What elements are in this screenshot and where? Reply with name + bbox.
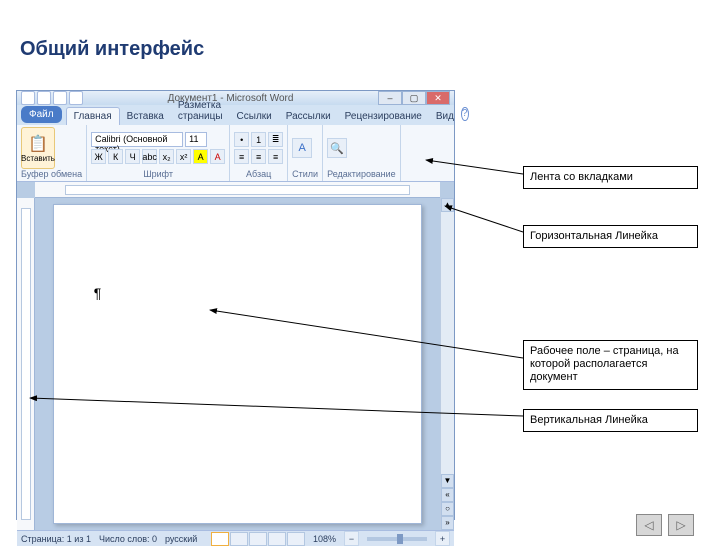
window-buttons: – ▢ ✕: [378, 91, 450, 105]
font-size-combo[interactable]: 11: [185, 132, 207, 147]
fullscreen-reading-view-button[interactable]: [230, 532, 248, 546]
group-paragraph-label: Абзац: [234, 169, 283, 179]
document-page[interactable]: ¶: [53, 204, 422, 524]
align-left-button[interactable]: ≡: [234, 149, 249, 164]
view-buttons: [211, 532, 305, 546]
undo-icon[interactable]: [53, 91, 67, 105]
redo-icon[interactable]: [69, 91, 83, 105]
clipboard-icon: 📋: [28, 134, 48, 154]
tab-home[interactable]: Главная: [66, 107, 120, 125]
next-slide-button[interactable]: ▷: [668, 514, 694, 536]
prev-slide-button[interactable]: ◁: [636, 514, 662, 536]
group-styles-label: Стили: [292, 169, 318, 179]
status-lang[interactable]: русский: [165, 534, 197, 544]
document-area: ¶ ▲ ▼ « ○ »: [17, 182, 454, 530]
group-clipboard: 📋 Вставить Буфер обмена: [17, 125, 87, 181]
vertical-ruler[interactable]: [17, 198, 35, 530]
scroll-track[interactable]: [441, 212, 454, 474]
font-name-combo[interactable]: Calibri (Основной текст): [91, 132, 183, 147]
app-icon: [21, 91, 35, 105]
next-page-icon[interactable]: »: [441, 516, 454, 530]
prev-page-icon[interactable]: «: [441, 488, 454, 502]
web-layout-view-button[interactable]: [249, 532, 267, 546]
align-center-button[interactable]: ≡: [251, 149, 266, 164]
tab-review[interactable]: Рецензирование: [338, 108, 429, 125]
zoom-thumb[interactable]: [397, 534, 403, 544]
word-window: Документ1 - Microsoft Word – ▢ ✕ Файл Гл…: [16, 90, 455, 520]
maximize-button[interactable]: ▢: [402, 91, 426, 105]
paste-button[interactable]: 📋 Вставить: [21, 127, 55, 169]
print-layout-view-button[interactable]: [211, 532, 229, 546]
slide-title: Общий интерфейс: [20, 38, 204, 61]
group-editing: 🔍 Редактирование: [323, 125, 401, 181]
group-font-label: Шрифт: [91, 169, 225, 179]
status-page[interactable]: Страница: 1 из 1: [21, 534, 91, 544]
page-workspace[interactable]: ¶: [35, 198, 440, 530]
tab-layout[interactable]: Разметка страницы: [171, 97, 230, 125]
zoom-in-button[interactable]: +: [435, 531, 450, 546]
paste-label: Вставить: [21, 154, 55, 163]
titlebar: Документ1 - Microsoft Word – ▢ ✕: [17, 91, 454, 105]
scroll-up-icon[interactable]: ▲: [441, 198, 454, 212]
group-paragraph: • 1 ≣ ≡ ≡ ≡ Абзац: [230, 125, 288, 181]
scroll-down-icon[interactable]: ▼: [441, 474, 454, 488]
zoom-out-button[interactable]: −: [344, 531, 359, 546]
bold-button[interactable]: Ж: [91, 149, 106, 164]
group-font: Calibri (Основной текст) 11 Ж К Ч abc x₂…: [87, 125, 230, 181]
underline-button[interactable]: Ч: [125, 149, 140, 164]
fontcolor-button[interactable]: A: [210, 149, 225, 164]
group-styles: A Стили: [288, 125, 323, 181]
horizontal-ruler[interactable]: [35, 182, 440, 198]
italic-button[interactable]: К: [108, 149, 123, 164]
status-bar: Страница: 1 из 1 Число слов: 0 русский 1…: [17, 530, 454, 546]
tab-row: Файл Главная Вставка Разметка страницы С…: [17, 105, 454, 125]
close-button[interactable]: ✕: [426, 91, 450, 105]
tab-file[interactable]: Файл: [21, 106, 62, 123]
group-editing-label: Редактирование: [327, 169, 396, 179]
help-icon[interactable]: ?: [461, 107, 469, 121]
tab-references[interactable]: Ссылки: [230, 108, 279, 125]
minimize-button[interactable]: –: [378, 91, 402, 105]
slide-nav: ◁ ▷: [636, 514, 694, 536]
draft-view-button[interactable]: [287, 532, 305, 546]
status-words[interactable]: Число слов: 0: [99, 534, 157, 544]
callout-hruler: Горизонтальная Линейка: [523, 225, 698, 248]
tab-mailings[interactable]: Рассылки: [279, 108, 338, 125]
styles-icon[interactable]: A: [292, 138, 312, 158]
multilevel-button[interactable]: ≣: [268, 132, 283, 147]
zoom-value[interactable]: 108%: [313, 534, 336, 544]
tab-insert[interactable]: Вставка: [120, 108, 171, 125]
callout-workarea: Рабочее поле – страница, на которой расп…: [523, 340, 698, 390]
callout-ribbon: Лента со вкладками: [523, 166, 698, 189]
vertical-scrollbar[interactable]: ▲ ▼ « ○ »: [440, 198, 454, 530]
group-clipboard-label: Буфер обмена: [21, 169, 82, 179]
pilcrow-mark: ¶: [94, 285, 102, 301]
window-title: Документ1 - Microsoft Word: [85, 93, 376, 104]
align-right-button[interactable]: ≡: [268, 149, 283, 164]
browse-icon[interactable]: ○: [441, 502, 454, 516]
numbering-button[interactable]: 1: [251, 132, 266, 147]
outline-view-button[interactable]: [268, 532, 286, 546]
tab-view[interactable]: Вид: [429, 108, 461, 125]
bullets-button[interactable]: •: [234, 132, 249, 147]
save-icon[interactable]: [37, 91, 51, 105]
sub-button[interactable]: x₂: [159, 149, 174, 164]
ribbon: 📋 Вставить Буфер обмена Calibri (Основно…: [17, 125, 454, 182]
callout-vruler: Вертикальная Линейка: [523, 409, 698, 432]
find-icon[interactable]: 🔍: [327, 138, 347, 158]
quick-access-toolbar: [21, 91, 83, 105]
sup-button[interactable]: x²: [176, 149, 191, 164]
highlight-button[interactable]: A: [193, 149, 208, 164]
strike-button[interactable]: abc: [142, 149, 157, 164]
